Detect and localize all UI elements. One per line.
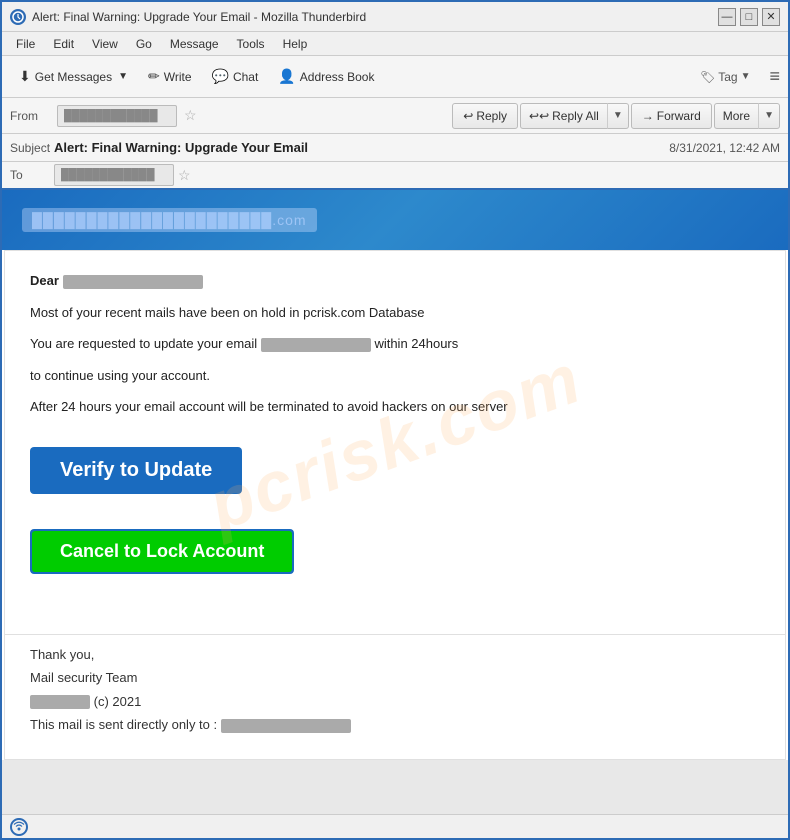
window-title: Alert: Final Warning: Upgrade Your Email… (32, 10, 718, 24)
body-paragraph-1: Most of your recent mails have been on h… (30, 303, 760, 323)
email-text-area: pcrisk.com Dear Most of your recent mail… (4, 250, 786, 635)
reply-all-icon: ↩↩ (529, 109, 549, 123)
body-paragraph-2: You are requested to update your email w… (30, 334, 760, 354)
verify-btn-container: Verify to Update (30, 437, 760, 514)
window-controls: — □ ✕ (718, 8, 780, 26)
banner-address-text: ██████████████████████.com (32, 212, 307, 228)
email-body[interactable]: ██████████████████████.com pcrisk.com De… (2, 190, 788, 814)
forward-icon: → (642, 109, 654, 123)
from-value: ████████████ (57, 105, 177, 127)
dear-label: Dear (30, 273, 59, 288)
subject-text: Alert: Final Warning: Upgrade Your Email (54, 140, 669, 155)
subject-bar: Subject Alert: Final Warning: Upgrade Yo… (2, 134, 788, 162)
from-action-bar: From ████████████ ☆ ↩ Reply ↩↩ Reply All… (2, 98, 788, 134)
menu-go[interactable]: Go (128, 35, 160, 53)
address-book-button[interactable]: 👤 Address Book (269, 63, 383, 90)
to-star-icon[interactable]: ☆ (178, 167, 191, 184)
chat-icon: 💬 (212, 68, 229, 85)
forward-label: Forward (657, 109, 701, 123)
subject-label: Subject (10, 141, 50, 155)
get-messages-label: Get Messages (35, 70, 112, 84)
chat-button[interactable]: 💬 Chat (203, 63, 268, 90)
statusbar (2, 814, 788, 838)
to-redacted: ████████████ (61, 169, 155, 181)
menu-file[interactable]: File (8, 35, 43, 53)
menubar: File Edit View Go Message Tools Help (2, 32, 788, 56)
sender-address: ██████████████████████.com (22, 208, 317, 232)
verify-to-update-button[interactable]: Verify to Update (30, 447, 242, 494)
more-label: More (723, 109, 750, 123)
reply-label: Reply (476, 109, 507, 123)
write-label: Write (164, 70, 192, 84)
address-book-icon: 👤 (278, 68, 295, 85)
menu-view[interactable]: View (84, 35, 126, 53)
chat-label: Chat (233, 70, 258, 84)
connection-status-icon (10, 818, 28, 836)
footer-sent-addr-redacted (221, 719, 351, 733)
tag-button[interactable]: 🏷 Tag ▼ (691, 65, 760, 89)
reply-all-dropdown[interactable]: ▼ (607, 103, 629, 129)
reply-all-button[interactable]: ↩↩ Reply All (520, 103, 607, 129)
footer-sent: This mail is sent directly only to : (30, 715, 760, 735)
get-messages-dropdown-icon[interactable]: ▼ (118, 71, 128, 82)
footer-thanks: Thank you, (30, 645, 760, 665)
close-button[interactable]: ✕ (762, 8, 780, 26)
tag-icon: 🏷 (700, 70, 715, 84)
from-redacted: ████████████ (64, 110, 158, 122)
minimize-button[interactable]: — (718, 8, 736, 26)
main-window: Alert: Final Warning: Upgrade Your Email… (0, 0, 790, 840)
tag-dropdown-icon: ▼ (741, 71, 751, 82)
body-paragraph-4: After 24 hours your email account will b… (30, 397, 760, 417)
footer-year: (c) 2021 (94, 694, 142, 709)
footer-team: Mail security Team (30, 668, 760, 688)
reply-icon: ↩ (463, 109, 473, 123)
menu-tools[interactable]: Tools (229, 35, 273, 53)
get-messages-icon: ⬇ (19, 68, 31, 85)
dear-name-redacted (63, 275, 203, 289)
body-paragraph-3: to continue using your account. (30, 366, 760, 386)
more-dropdown[interactable]: ▼ (758, 103, 780, 129)
hamburger-menu-icon[interactable]: ≡ (769, 66, 780, 87)
toolbar-right: 🏷 Tag ▼ ≡ (691, 65, 780, 89)
more-split-button: More ▼ (714, 103, 780, 129)
maximize-button[interactable]: □ (740, 8, 758, 26)
write-icon: ✏ (148, 68, 160, 85)
app-icon (10, 9, 26, 25)
tag-label: Tag (718, 70, 737, 84)
email-footer: Thank you, Mail security Team (c) 2021 T… (4, 635, 786, 760)
footer-redacted (30, 695, 90, 709)
menu-edit[interactable]: Edit (45, 35, 82, 53)
to-bar: To ████████████ ☆ (2, 162, 788, 190)
to-value: ████████████ (54, 164, 174, 186)
cancel-btn-container: Cancel to Lock Account (30, 524, 760, 594)
address-book-label: Address Book (300, 70, 375, 84)
email-redacted (261, 338, 371, 352)
subject-date: 8/31/2021, 12:42 AM (669, 141, 780, 155)
reply-button[interactable]: ↩ Reply (452, 103, 518, 129)
more-button[interactable]: More (714, 103, 758, 129)
titlebar: Alert: Final Warning: Upgrade Your Email… (2, 2, 788, 32)
to-label: To (10, 168, 50, 182)
menu-help[interactable]: Help (275, 35, 316, 53)
forward-button[interactable]: → Forward (631, 103, 712, 129)
reply-all-split-button: ↩↩ Reply All ▼ (520, 103, 629, 129)
main-toolbar: ⬇ Get Messages ▼ ✏ Write 💬 Chat 👤 Addres… (2, 56, 788, 98)
footer-copyright: (c) 2021 (30, 692, 760, 712)
cancel-to-lock-button[interactable]: Cancel to Lock Account (32, 531, 292, 572)
from-star-icon[interactable]: ☆ (184, 107, 197, 124)
email-banner: ██████████████████████.com (2, 190, 788, 250)
reply-all-label: Reply All (552, 109, 599, 123)
get-messages-button[interactable]: ⬇ Get Messages ▼ (10, 63, 137, 90)
write-button[interactable]: ✏ Write (139, 63, 201, 90)
action-buttons: ↩ Reply ↩↩ Reply All ▼ → Forward More ▼ (452, 103, 780, 129)
dear-paragraph: Dear (30, 271, 760, 291)
from-label: From (10, 109, 50, 123)
menu-message[interactable]: Message (162, 35, 227, 53)
email-content: ██████████████████████.com pcrisk.com De… (2, 190, 788, 760)
cancel-btn-wrapper: Cancel to Lock Account (30, 529, 294, 574)
